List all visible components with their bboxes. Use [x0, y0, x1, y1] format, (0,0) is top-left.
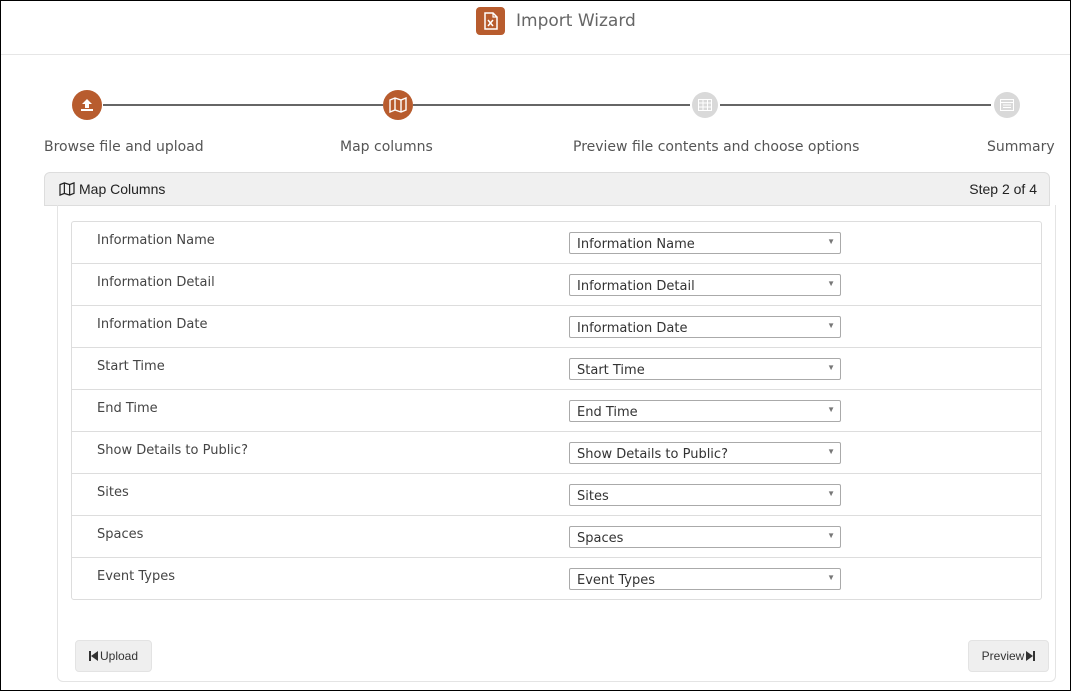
caret-down-icon: ▼ [827, 237, 835, 246]
step-2-node[interactable] [383, 90, 413, 120]
upload-button-label: Upload [99, 649, 139, 663]
mapping-field-label: Show Details to Public? [97, 443, 248, 458]
step-1-label[interactable]: Browse file and upload [44, 139, 204, 155]
step-3-node[interactable] [692, 92, 718, 118]
step-4-label[interactable]: Summary [987, 139, 1055, 155]
mapping-select-value: Information Name [577, 237, 695, 252]
mapping-row: Information Date Information Date ▼ [72, 306, 1041, 348]
step-4-node[interactable] [994, 92, 1020, 118]
mapping-field-label: End Time [97, 401, 158, 416]
mapping-select-value: Spaces [577, 531, 624, 546]
upload-button[interactable]: Upload [75, 640, 152, 672]
step-connector [103, 104, 383, 106]
step-connector [720, 104, 991, 106]
panel-title: Map Columns [79, 181, 166, 197]
step-2-label[interactable]: Map columns [340, 139, 433, 155]
map-icon [389, 97, 407, 113]
mapping-row: Information Detail Information Detail ▼ [72, 264, 1041, 306]
mapping-field-label: Start Time [97, 359, 165, 374]
app-header: Import Wizard [1, 1, 1070, 55]
skip-back-icon [88, 651, 98, 661]
mapping-select-value: Show Details to Public? [577, 447, 728, 462]
mapping-field-label: Information Detail [97, 275, 215, 290]
column-mapping-table: Information Name Information Name ▼ Info… [71, 221, 1042, 600]
mapping-row: End Time End Time ▼ [72, 390, 1041, 432]
mapping-select[interactable]: Information Detail ▼ [569, 274, 841, 296]
upload-icon [81, 99, 93, 111]
mapping-select[interactable]: Information Date ▼ [569, 316, 841, 338]
list-icon [1000, 99, 1014, 111]
mapping-select[interactable]: Start Time ▼ [569, 358, 841, 380]
caret-down-icon: ▼ [827, 489, 835, 498]
app-title: Import Wizard [516, 11, 636, 31]
caret-down-icon: ▼ [827, 405, 835, 414]
mapping-select-value: End Time [577, 405, 638, 420]
step-indicator: Step 2 of 4 [969, 181, 1037, 197]
mapping-row: Event Types Event Types ▼ [72, 558, 1041, 599]
mapping-select-value: Information Date [577, 321, 688, 336]
mapping-field-label: Information Date [97, 317, 208, 332]
mapping-select[interactable]: End Time ▼ [569, 400, 841, 422]
mapping-field-label: Information Name [97, 233, 215, 248]
mapping-row: Start Time Start Time ▼ [72, 348, 1041, 390]
mapping-select[interactable]: Sites ▼ [569, 484, 841, 506]
mapping-select[interactable]: Spaces ▼ [569, 526, 841, 548]
preview-button[interactable]: Preview [968, 640, 1049, 672]
table-icon [698, 99, 712, 111]
caret-down-icon: ▼ [827, 279, 835, 288]
step-3-label[interactable]: Preview file contents and choose options [573, 139, 859, 155]
caret-down-icon: ▼ [827, 573, 835, 582]
mapping-row: Information Name Information Name ▼ [72, 222, 1041, 264]
caret-down-icon: ▼ [827, 321, 835, 330]
mapping-select[interactable]: Show Details to Public? ▼ [569, 442, 841, 464]
mapping-row: Spaces Spaces ▼ [72, 516, 1041, 558]
excel-file-icon [476, 7, 505, 35]
step-1-node[interactable] [72, 90, 102, 120]
mapping-row: Sites Sites ▼ [72, 474, 1041, 516]
mapping-field-label: Event Types [97, 569, 176, 584]
map-icon [59, 182, 75, 196]
step-connector [413, 104, 690, 106]
mapping-select-value: Sites [577, 489, 609, 504]
caret-down-icon: ▼ [827, 447, 835, 456]
mapping-field-label: Sites [97, 485, 129, 500]
mapping-field-label: Spaces [97, 527, 144, 542]
mapping-select-value: Start Time [577, 363, 645, 378]
mapping-select-value: Information Detail [577, 279, 695, 294]
panel-header: Map Columns Step 2 of 4 [44, 172, 1050, 206]
caret-down-icon: ▼ [827, 531, 835, 540]
mapping-select-value: Event Types [577, 573, 656, 588]
mapping-row: Show Details to Public? Show Details to … [72, 432, 1041, 474]
caret-down-icon: ▼ [827, 363, 835, 372]
mapping-select[interactable]: Event Types ▼ [569, 568, 841, 590]
skip-forward-icon [1026, 651, 1036, 661]
preview-button-label: Preview [981, 649, 1025, 663]
mapping-select[interactable]: Information Name ▼ [569, 232, 841, 254]
